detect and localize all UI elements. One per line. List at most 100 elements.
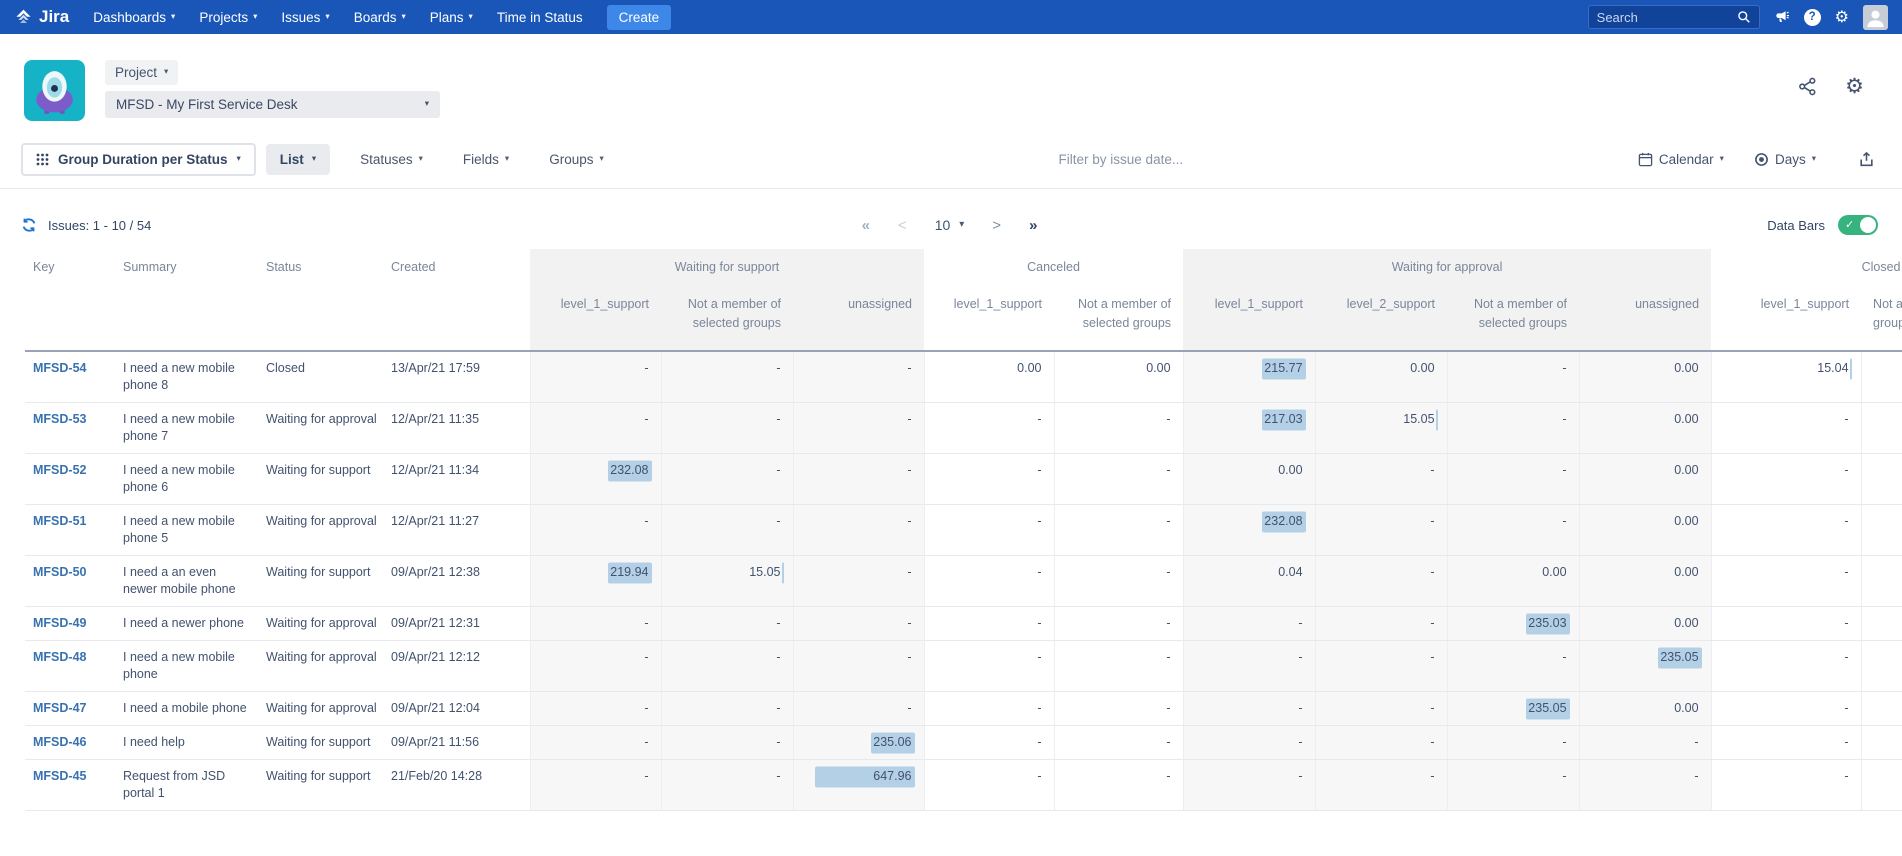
duration-cell: 219.94 — [530, 556, 661, 607]
column-header[interactable]: Summary — [115, 249, 258, 351]
pagination-prev-button[interactable]: < — [898, 217, 907, 234]
duration-cell: - — [661, 403, 793, 454]
calendar-selector[interactable]: Calendar ▾ — [1628, 144, 1734, 175]
duration-cell: - — [1447, 726, 1579, 760]
group-column-header[interactable]: level_1_support — [924, 285, 1054, 351]
view-selector[interactable]: List ▾ — [266, 144, 330, 175]
pagination-next-button[interactable]: > — [992, 217, 1001, 234]
unit-selector[interactable]: Days ▾ — [1744, 144, 1826, 175]
duration-cell: - — [1183, 641, 1315, 692]
status-cell: Waiting for support — [258, 454, 383, 505]
nav-item-plans[interactable]: Plans▾ — [430, 10, 473, 25]
issue-key-link[interactable]: MFSD-46 — [33, 735, 86, 749]
group-column-header[interactable]: Not a member of selected groups — [1447, 285, 1579, 351]
chevron-down-icon: ▾ — [253, 13, 257, 22]
issue-key-link[interactable]: MFSD-53 — [33, 412, 86, 426]
share-icon[interactable] — [1798, 77, 1817, 96]
chevron-down-icon: ▾ — [959, 220, 964, 230]
duration-cell: 232.08 — [530, 454, 661, 505]
column-header[interactable]: Created — [383, 249, 530, 351]
refresh-button[interactable] — [21, 217, 37, 233]
summary-cell: I need a new mobile phone 8 — [115, 351, 258, 403]
column-header[interactable]: Status — [258, 249, 383, 351]
group-column-header[interactable]: level_1_support — [1711, 285, 1861, 351]
duration-cell: 647.96 — [793, 760, 924, 811]
group-column-header[interactable]: Not a member of selected groups — [661, 285, 793, 351]
group-column-header[interactable]: level_1_support — [530, 285, 661, 351]
group-column-header[interactable]: Not a member of selected groups — [1861, 285, 1902, 351]
duration-cell: - — [530, 607, 661, 641]
duration-cell: - — [661, 454, 793, 505]
duration-cell: - — [1054, 726, 1183, 760]
data-bar — [782, 562, 784, 583]
column-header[interactable]: Key — [25, 249, 115, 351]
jira-logo[interactable]: Jira — [14, 7, 69, 27]
data-bar — [1436, 409, 1438, 430]
issue-key-link[interactable]: MFSD-47 — [33, 701, 86, 715]
toggle-knob — [1860, 217, 1876, 233]
created-cell: 09/Apr/21 12:12 — [383, 641, 530, 692]
gear-icon[interactable]: ⚙ — [1835, 9, 1849, 25]
duration-cell: 235.03 — [1447, 607, 1579, 641]
chevron-down-icon: ▾ — [325, 13, 329, 22]
group-column-header[interactable]: level_2_support — [1315, 285, 1447, 351]
issue-key-link[interactable]: MFSD-52 — [33, 463, 86, 477]
duration-cell: - — [924, 505, 1054, 556]
duration-cell — [1861, 760, 1902, 811]
issue-key-link[interactable]: MFSD-50 — [33, 565, 86, 579]
issue-key-link[interactable]: MFSD-45 — [33, 769, 86, 783]
settings-gear-icon[interactable]: ⚙ — [1845, 76, 1864, 97]
project-select[interactable]: MFSD - My First Service Desk ▾ — [105, 91, 440, 118]
page-size-select[interactable]: 10 ▾ — [935, 217, 965, 233]
search-input[interactable] — [1597, 10, 1731, 25]
group-column-header[interactable]: level_1_support — [1183, 285, 1315, 351]
pagination-first-button[interactable]: « — [862, 217, 870, 234]
avatar[interactable] — [1863, 5, 1888, 30]
nav-item-projects[interactable]: Projects▾ — [199, 10, 257, 25]
statuses-dropdown[interactable]: Statuses ▾ — [350, 144, 433, 175]
summary-cell: I need a new mobile phone 6 — [115, 454, 258, 505]
status-cell: Waiting for approval — [258, 607, 383, 641]
report-type-selector[interactable]: Group Duration per Status ▾ — [21, 143, 256, 176]
export-button[interactable] — [1852, 145, 1881, 174]
duration-cell: - — [924, 454, 1054, 505]
summary-cell: I need a new mobile phone 7 — [115, 403, 258, 454]
issue-date-filter-input[interactable] — [931, 152, 1311, 167]
nav-item-boards[interactable]: Boards▾ — [354, 10, 406, 25]
duration-cell — [1861, 726, 1902, 760]
nav-item-time-in-status[interactable]: Time in Status — [497, 10, 583, 25]
status-group-header: Waiting for approval — [1183, 249, 1711, 285]
issue-key-link[interactable]: MFSD-48 — [33, 650, 86, 664]
group-column-header[interactable]: Not a member of selected groups — [1054, 285, 1183, 351]
created-cell: 12/Apr/21 11:27 — [383, 505, 530, 556]
issues-count-label: Issues: 1 - 10 / 54 — [48, 218, 151, 233]
project-header: Project ▾ MFSD - My First Service Desk ▾… — [0, 34, 1902, 121]
groups-dropdown[interactable]: Groups ▾ — [539, 144, 614, 175]
duration-cell: - — [1579, 760, 1711, 811]
duration-cell: - — [1054, 760, 1183, 811]
help-icon[interactable]: ? — [1804, 9, 1821, 26]
nav-item-dashboards[interactable]: Dashboards▾ — [93, 10, 175, 25]
issue-key-link[interactable]: MFSD-54 — [33, 361, 86, 375]
create-button[interactable]: Create — [607, 5, 672, 30]
duration-cell: - — [924, 641, 1054, 692]
duration-cell: - — [1183, 607, 1315, 641]
issue-key-link[interactable]: MFSD-49 — [33, 616, 86, 630]
duration-table: KeySummaryStatusCreated Waiting for suppo… — [25, 249, 1902, 811]
search-icon[interactable] — [1737, 10, 1751, 24]
fields-dropdown[interactable]: Fields ▾ — [453, 144, 519, 175]
pagination-last-button[interactable]: » — [1029, 217, 1037, 234]
duration-cell: - — [1315, 454, 1447, 505]
group-column-header[interactable]: unassigned — [793, 285, 924, 351]
project-scope-button[interactable]: Project ▾ — [105, 60, 178, 85]
issue-key-link[interactable]: MFSD-51 — [33, 514, 86, 528]
nav-item-issues[interactable]: Issues▾ — [281, 10, 329, 25]
group-column-header[interactable]: unassigned — [1579, 285, 1711, 351]
duration-cell: - — [1711, 760, 1861, 811]
nav-right: ? ⚙ — [1588, 5, 1888, 30]
announcements-icon[interactable] — [1774, 9, 1790, 25]
chevron-down-icon: ▾ — [164, 68, 168, 77]
data-bars-toggle[interactable]: ✓ — [1838, 215, 1878, 235]
duration-cell: - — [1054, 454, 1183, 505]
duration-cell: 0.04 — [1183, 556, 1315, 607]
